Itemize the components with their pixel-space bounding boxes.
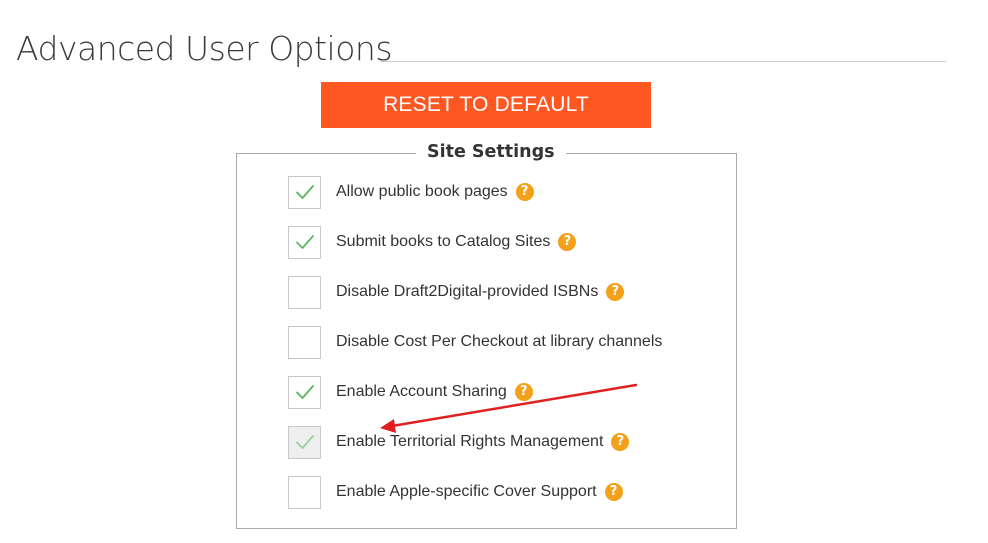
option-label: Enable Territorial Rights Management: [336, 433, 604, 450]
help-icon[interactable]: ?: [514, 383, 533, 401]
option-allow-public-book-pages: Allow public book pages ?: [288, 175, 534, 209]
option-submit-to-catalog-sites: Submit books to Catalog Sites ?: [288, 225, 577, 259]
disable-d2d-isbns-checkbox[interactable]: [288, 275, 321, 309]
checkmark-icon: [295, 385, 314, 399]
option-disable-d2d-isbns: Disable Draft2Digital-provided ISBNs ?: [288, 275, 625, 309]
option-label: Enable Apple-specific Cover Support: [336, 483, 597, 500]
checkmark-icon: [295, 435, 314, 449]
help-icon[interactable]: ?: [606, 283, 625, 301]
site-settings-legend: Site Settings: [416, 140, 566, 164]
option-label: Disable Draft2Digital-provided ISBNs: [336, 283, 599, 300]
option-enable-territorial-rights: Enable Territorial Rights Management ?: [288, 425, 630, 459]
option-disable-cost-per-checkout: Disable Cost Per Checkout at library cha…: [288, 325, 662, 359]
submit-to-catalog-sites-checkbox[interactable]: [288, 225, 321, 259]
help-icon[interactable]: ?: [604, 483, 623, 501]
enable-apple-cover-support-checkbox[interactable]: [288, 475, 321, 509]
disable-cost-per-checkout-checkbox[interactable]: [288, 325, 321, 359]
enable-account-sharing-checkbox[interactable]: [288, 375, 321, 409]
option-label: Submit books to Catalog Sites: [336, 233, 551, 250]
checkmark-icon: [295, 235, 314, 249]
option-label: Disable Cost Per Checkout at library cha…: [336, 333, 663, 350]
help-icon[interactable]: ?: [558, 233, 577, 251]
title-divider: [380, 61, 946, 62]
checkmark-icon: [295, 185, 314, 199]
page-title: Advanced User Options: [16, 29, 393, 68]
option-label: Allow public book pages: [336, 183, 508, 200]
option-enable-apple-cover-support: Enable Apple-specific Cover Support ?: [288, 475, 623, 509]
option-label: Enable Account Sharing: [336, 383, 507, 400]
option-enable-account-sharing: Enable Account Sharing ?: [288, 375, 533, 409]
help-icon[interactable]: ?: [611, 433, 630, 451]
enable-territorial-rights-checkbox[interactable]: [288, 425, 321, 459]
help-icon[interactable]: ?: [515, 183, 534, 201]
allow-public-book-pages-checkbox[interactable]: [288, 175, 321, 209]
reset-to-default-button[interactable]: RESET TO DEFAULT: [321, 82, 651, 128]
